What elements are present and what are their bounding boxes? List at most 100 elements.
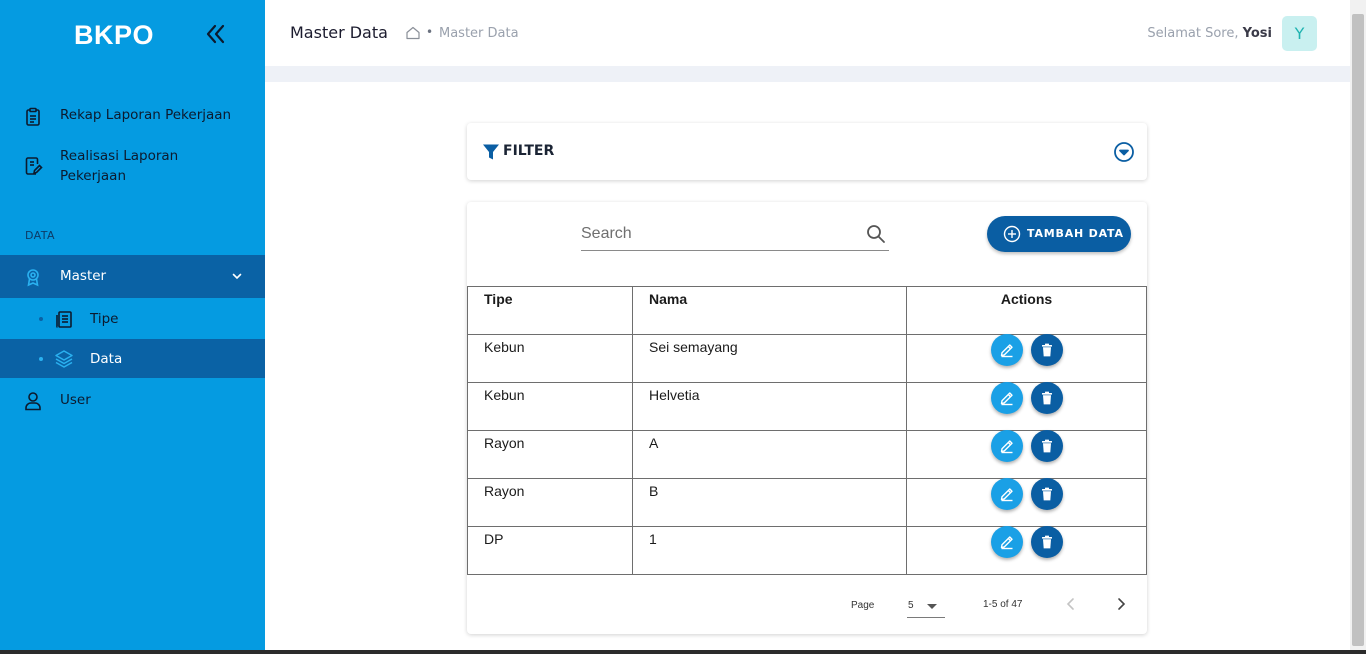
row-actions <box>907 430 1146 462</box>
table-row: Kebun Helvetia <box>467 382 1147 431</box>
cell-actions <box>906 334 1147 383</box>
page-size-select[interactable]: 5 <box>907 594 945 618</box>
document-edit-icon <box>25 157 43 175</box>
delete-button[interactable] <box>1030 430 1063 462</box>
search-field <box>581 216 889 251</box>
column-header-nama[interactable]: Nama <box>632 286 907 335</box>
user-name: Yosi <box>1242 26 1272 41</box>
sidebar-item-label: User <box>60 392 91 408</box>
add-data-button[interactable]: TAMBAH DATA <box>987 216 1131 252</box>
delete-button[interactable] <box>1030 526 1063 558</box>
filter-label: FILTER <box>503 143 555 159</box>
cell-nama: B <box>632 478 907 527</box>
cell-nama: Helvetia <box>632 382 907 431</box>
user-icon <box>25 392 41 411</box>
page-size-value: 5 <box>908 600 914 611</box>
delete-button[interactable] <box>1030 478 1063 510</box>
main-content: FILTER TAMBAH DATA Tipe Nama Actions <box>265 82 1350 650</box>
cell-nama: Sei semayang <box>632 334 907 383</box>
search-input[interactable] <box>581 222 851 246</box>
chevron-left-icon[interactable] <box>1063 596 1079 612</box>
cell-nama: A <box>632 430 907 479</box>
table-row: DP 1 <box>467 526 1147 575</box>
sidebar-item-label: Data <box>90 351 123 367</box>
row-actions <box>907 478 1146 510</box>
sidebar-section-label: DATA <box>25 229 55 242</box>
table-row: Kebun Sei semayang <box>467 334 1147 383</box>
top-header: Master Data • Master Data Selamat Sore, … <box>265 0 1350 66</box>
breadcrumb-separator: • <box>426 25 434 39</box>
table-header-row: Tipe Nama Actions <box>467 286 1147 335</box>
cell-tipe: Kebun <box>467 382 633 431</box>
pencil-icon <box>1000 536 1013 550</box>
page-range: 1-5 of 47 <box>983 599 1023 610</box>
chevron-right-icon[interactable] <box>1113 596 1129 612</box>
column-header-tipe[interactable]: Tipe <box>467 286 633 335</box>
cell-actions <box>906 526 1147 575</box>
table-row: Rayon B <box>467 478 1147 527</box>
edit-button[interactable] <box>990 526 1023 558</box>
trash-icon <box>1041 439 1052 453</box>
sidebar-item-user[interactable]: User <box>0 390 265 414</box>
copy-icon <box>56 311 72 328</box>
page-title: Master Data <box>290 23 388 42</box>
cell-actions <box>906 478 1147 527</box>
brand-logo[interactable]: BKPO <box>74 20 154 51</box>
pencil-icon <box>1000 440 1013 454</box>
layers-icon <box>55 350 73 368</box>
sidebar-item-realisasi-laporan[interactable]: Realisasi Laporan Pekerjaan <box>0 146 265 190</box>
page-size-label: Page <box>851 600 875 611</box>
cell-tipe: Kebun <box>467 334 633 383</box>
sidebar-item-label: Tipe <box>90 311 119 327</box>
edit-button[interactable] <box>990 334 1023 366</box>
sidebar-item-label: Realisasi Laporan Pekerjaan <box>60 148 179 184</box>
sidebar-subitem-data[interactable]: Data <box>0 339 265 378</box>
add-data-label: TAMBAH DATA <box>1027 227 1124 240</box>
filter-icon <box>483 144 499 160</box>
cell-actions <box>906 430 1147 479</box>
search-icon[interactable] <box>866 224 886 244</box>
row-actions <box>907 334 1146 366</box>
chevron-down-icon <box>232 273 242 280</box>
caret-down-icon <box>927 604 937 609</box>
taskbar-edge <box>0 650 1366 654</box>
sidebar-item-label: Rekap Laporan Pekerjaan <box>60 107 232 123</box>
avatar[interactable]: Y <box>1282 16 1317 51</box>
data-table: Tipe Nama Actions Kebun Sei semayang Kebun… <box>467 286 1147 575</box>
breadcrumb-current: Master Data <box>439 26 519 41</box>
delete-button[interactable] <box>1030 382 1063 414</box>
row-actions <box>907 526 1146 558</box>
edit-button[interactable] <box>990 430 1023 462</box>
cell-tipe: Rayon <box>467 478 633 527</box>
trash-icon <box>1041 535 1052 549</box>
edit-button[interactable] <box>990 382 1023 414</box>
sidebar-subitem-tipe[interactable]: Tipe <box>0 299 265 338</box>
trash-icon <box>1041 343 1052 357</box>
award-icon <box>27 269 39 287</box>
sidebar-item-rekap-laporan[interactable]: Rekap Laporan Pekerjaan <box>0 105 265 129</box>
column-header-actions: Actions <box>906 286 1147 335</box>
home-icon[interactable] <box>405 25 421 41</box>
sidebar-item-label: Master <box>60 268 107 284</box>
bullet-dot <box>39 357 43 361</box>
cell-tipe: Rayon <box>467 430 633 479</box>
sidebar-item-master[interactable]: Master <box>0 255 265 298</box>
scrollbar-thumb[interactable] <box>1352 14 1364 646</box>
data-table-card: TAMBAH DATA Tipe Nama Actions KebunSei s… <box>467 202 1147 634</box>
pencil-icon <box>1000 344 1013 358</box>
bullet-dot <box>39 317 43 321</box>
delete-button[interactable] <box>1030 334 1063 366</box>
collapse-sidebar-icon[interactable] <box>204 22 228 46</box>
edit-button[interactable] <box>990 478 1023 510</box>
greeting-text: Selamat Sore, Yosi <box>1147 26 1272 41</box>
chevron-down-circle-icon[interactable] <box>1113 141 1135 163</box>
trash-icon <box>1041 391 1052 405</box>
filter-panel[interactable]: FILTER <box>467 123 1147 180</box>
pencil-icon <box>1000 392 1013 406</box>
greeting-prefix: Selamat Sore, <box>1147 26 1239 41</box>
cell-tipe: DP <box>467 526 633 575</box>
clipboard-icon <box>26 107 40 126</box>
pencil-icon <box>1000 488 1013 502</box>
trash-icon <box>1041 487 1052 501</box>
plus-circle-icon <box>1003 225 1021 243</box>
